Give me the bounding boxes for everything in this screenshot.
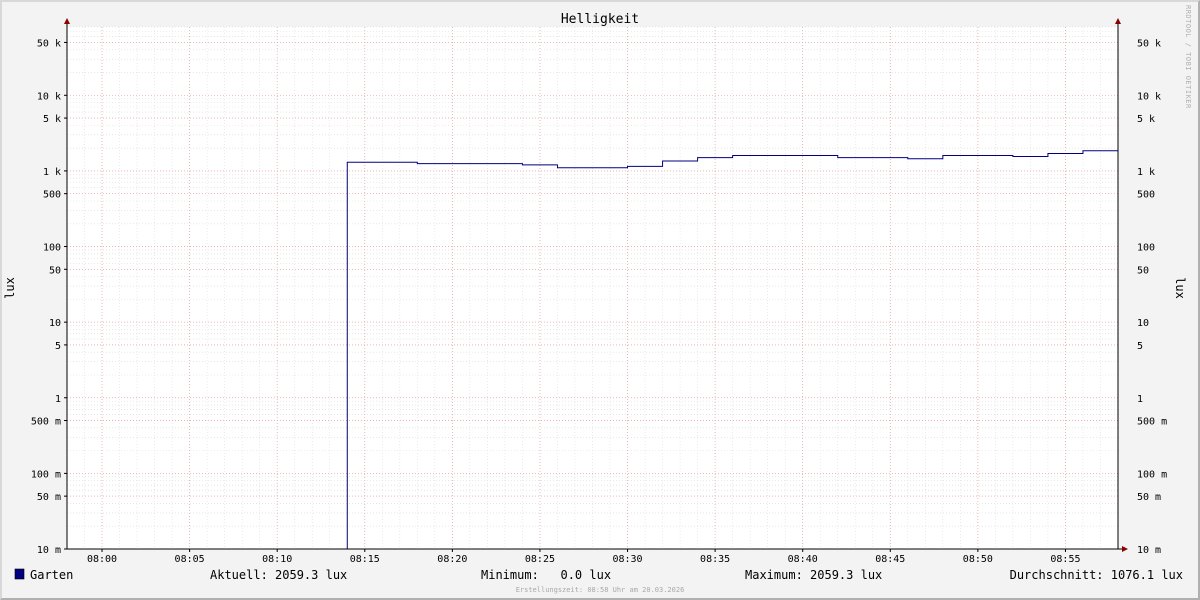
x-tick-label: 08:10 (262, 554, 292, 565)
y-tick-label-left: 100 (43, 243, 61, 254)
legend-current-value: Aktuell: 2059.3 lux (210, 568, 347, 582)
y-tick-label-right: 500 m (1137, 417, 1167, 428)
y-tick-label-left: 50 k (37, 38, 61, 49)
y-tick-label-right: 10 k (1137, 91, 1161, 102)
rrd-graph-panel: 50 k 50 k 10 k 10 k5 k5 k1 k1 k 500 500 100 100… (0, 0, 1200, 600)
y-axis-left-arrow (64, 18, 70, 24)
y-tick-label-left: 5 (55, 341, 61, 352)
y-tick-label-right: 1 (1137, 394, 1143, 405)
y-tick-label-right: 100 m (1137, 469, 1167, 480)
legend-average-value: Durchschnitt: 1076.1 lux (1010, 568, 1183, 582)
y-tick-label-right: 5 (1137, 341, 1143, 352)
y-tick-label-right: 50 m (1137, 492, 1161, 503)
x-tick-label: 08:00 (87, 554, 117, 565)
y-tick-label-right: 100 (1137, 243, 1155, 254)
y-tick-label-right: 5 k (1137, 114, 1155, 125)
y-tick-label-left: 100 m (31, 469, 61, 480)
y-tick-label-left: 10 k (37, 91, 61, 102)
x-tick-label: 08:50 (963, 554, 993, 565)
brightness-chart: 50 k 50 k10 k 10 k5 k5 k1 k1 k500 500100 100… (3, 5, 1192, 594)
x-tick-label: 08:15 (350, 554, 380, 565)
y-axis-label-left: lux (3, 277, 17, 299)
y-tick-label-right: 10 (1137, 318, 1149, 329)
y-tick-label-right: 1 k (1137, 167, 1155, 178)
y-tick-label-right: 50 (1137, 265, 1149, 276)
y-tick-label-right: 10 m (1137, 545, 1161, 556)
x-tick-label: 08:40 (788, 554, 818, 565)
y-tick-label-left: 1 (55, 394, 61, 405)
x-tick-label: 08:05 (175, 554, 205, 565)
y-tick-label-left: 10 (49, 318, 61, 329)
x-tick-label: 08:35 (700, 554, 730, 565)
y-tick-label-left: 10 m (37, 545, 61, 556)
x-tick-label: 08:30 (612, 554, 642, 565)
x-axis-arrow (1122, 546, 1128, 552)
x-tick-label: 08:20 (437, 554, 467, 565)
footer-timestamp: Erstellungszeit: 08:58 Uhr am 20.03.2026 (516, 586, 685, 594)
y-tick-label-left: 5 k (43, 114, 61, 125)
y-tick-label-left: 500 (43, 190, 61, 201)
x-tick-label: 08:55 (1050, 554, 1080, 565)
rrdtool-watermark: RRDTOOL / TOBI OETIKER (1184, 5, 1192, 109)
y-tick-label-left: 50 m (37, 492, 61, 503)
x-tick-label: 08:25 (525, 554, 555, 565)
y-tick-label-left: 50 (49, 265, 61, 276)
y-tick-label-left: 1 k (43, 167, 61, 178)
legend-series-name: Garten (30, 568, 73, 582)
y-tick-label-right: 50 k (1137, 38, 1161, 49)
y-axis-right-arrow (1115, 18, 1121, 24)
legend-swatch-garten (14, 568, 25, 580)
legend: Garten Aktuell: 2059.3 lux Minimum: 0.0 … (14, 568, 1183, 582)
legend-minimum-value: Minimum: 0.0 lux (481, 568, 611, 582)
y-tick-label-right: 500 (1137, 190, 1155, 201)
y-axis-label-right: lux (1173, 277, 1187, 299)
legend-maximum-value: Maximum: 2059.3 lux (745, 568, 882, 582)
y-tick-label-left: 500 m (31, 417, 61, 428)
chart-title: Helligkeit (561, 12, 639, 27)
x-tick-label: 08:45 (875, 554, 905, 565)
